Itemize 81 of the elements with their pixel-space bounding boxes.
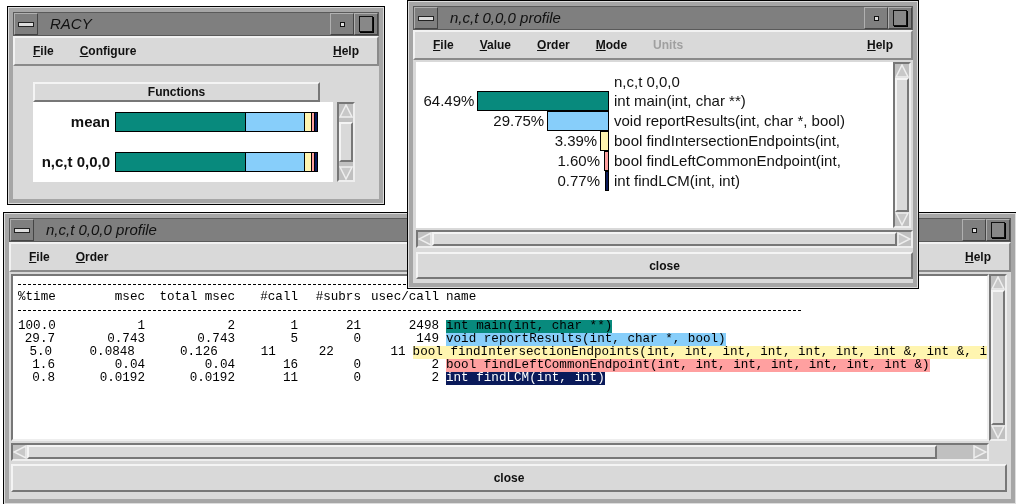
function-name: bool findIntersectionEndpoints(int, int, int, int, int, int, int &, int &, i xyxy=(412,346,987,359)
maximize-button[interactable] xyxy=(354,13,378,35)
menu-item[interactable]: Mode xyxy=(589,34,634,56)
menu-item[interactable]: File xyxy=(27,40,60,62)
table-cell-text: 0.126 xyxy=(179,346,218,359)
table-cell-text: 0.8 xyxy=(31,372,55,385)
node-label: n,c,t 0,0,0 xyxy=(614,72,680,91)
table-cell-text: 0.743 xyxy=(196,333,235,346)
menu-item[interactable]: Order xyxy=(531,34,576,56)
table-cell-text: 0.04 xyxy=(113,359,145,372)
column-header: name xyxy=(446,291,477,304)
function-name: int main(int, char **) xyxy=(446,320,613,333)
table-cell-text: 2498 xyxy=(407,320,439,333)
function-name: bool findLeftCommonEndpoint(int, xyxy=(613,150,841,171)
window-title: n,c,t 0,0,0 profile xyxy=(449,8,561,28)
window-title: RACY xyxy=(49,14,92,34)
percent-label: 1.60% xyxy=(557,150,600,171)
table-cell-text: 22 xyxy=(317,346,334,359)
function-name: int main(int, char **) xyxy=(613,90,746,111)
table-cell-text: 0 xyxy=(352,372,361,385)
window-menu-button[interactable] xyxy=(14,13,38,35)
menu-item[interactable]: Help xyxy=(861,34,899,56)
function-name: void reportResults(int, char *, bool) xyxy=(446,333,726,346)
menu-item[interactable]: File xyxy=(427,34,460,56)
column-header: total msec xyxy=(158,291,235,304)
minimize-button[interactable] xyxy=(962,219,986,241)
minimize-button[interactable] xyxy=(864,7,888,29)
percent-label: 0.77% xyxy=(557,170,600,191)
percent-label: 29.75% xyxy=(493,110,545,131)
function-name: bool findLeftCommonEndpoint(int, int, int, int, int, int, int &) xyxy=(446,359,930,372)
function-name: int findLCM(int, int) xyxy=(446,372,605,385)
menu-item[interactable]: Value xyxy=(473,34,518,56)
column-header: %time xyxy=(18,291,55,304)
table-cell-text: 21 xyxy=(344,320,361,333)
table-cell-text: 2 xyxy=(226,320,235,333)
minimize-button[interactable] xyxy=(330,13,354,35)
column-header: #call xyxy=(259,291,298,304)
table-cell-text: 11 xyxy=(259,346,276,359)
column-header: msec xyxy=(113,291,145,304)
menu-item[interactable]: Configure xyxy=(73,40,143,62)
table-cell-text: 0.0192 xyxy=(98,372,145,385)
window-menu-button[interactable] xyxy=(414,7,438,29)
row-label: mean xyxy=(69,111,111,132)
table-cell-text: 0.0192 xyxy=(188,372,235,385)
function-name: void reportResults(int, char *, bool) xyxy=(613,110,845,131)
percent-label: 64.49% xyxy=(423,90,475,111)
table-cell-text: 5.0 xyxy=(28,346,53,359)
table-cell-text: 11 xyxy=(281,372,298,385)
close-button[interactable]: close xyxy=(416,252,913,279)
table-cell-text: 0 xyxy=(352,359,361,372)
table-cell-text: 5 xyxy=(289,333,298,346)
function-name: bool findIntersectionEndpoints(int, xyxy=(613,130,840,151)
maximize-button[interactable] xyxy=(888,7,912,29)
table-cell-text: 1 xyxy=(136,320,145,333)
menu-item[interactable]: Help xyxy=(327,40,365,62)
table-cell: 100.0 xyxy=(18,320,55,333)
table-cell-text: 1 xyxy=(289,320,298,333)
close-button[interactable]: close xyxy=(11,464,1007,492)
table-cell-text: 0.0848 xyxy=(88,346,135,359)
row-label: n,c,t 0,0,0 xyxy=(40,151,111,172)
percent-label: 3.39% xyxy=(554,130,598,151)
table-cell-text: 2 xyxy=(430,372,439,385)
table-cell-text: 149 xyxy=(415,333,439,346)
column-header: #subrs xyxy=(314,291,361,304)
table-cell-text: 2 xyxy=(430,359,439,372)
menu-item[interactable]: File xyxy=(23,246,56,268)
table-cell-text: 0 xyxy=(352,333,361,346)
table-cell-text: 11 xyxy=(389,346,406,359)
table-cell-text: 16 xyxy=(281,359,298,372)
window-title: n,c,t 0,0,0 profile xyxy=(45,220,157,240)
menu-item[interactable]: Help xyxy=(959,246,997,268)
table-cell-text: 1.6 xyxy=(31,359,55,372)
column-header: Functions xyxy=(33,82,320,102)
table-cell-text: 29.7 xyxy=(23,333,55,346)
table-cell-text: 0.743 xyxy=(106,333,145,346)
table-cell-text: 0.04 xyxy=(203,359,235,372)
maximize-button[interactable] xyxy=(986,219,1010,241)
function-name: int findLCM(int, int) xyxy=(613,170,740,191)
column-header: usec/call xyxy=(369,291,439,304)
window-menu-button[interactable] xyxy=(10,219,34,241)
menu-item[interactable]: Order xyxy=(69,246,115,268)
